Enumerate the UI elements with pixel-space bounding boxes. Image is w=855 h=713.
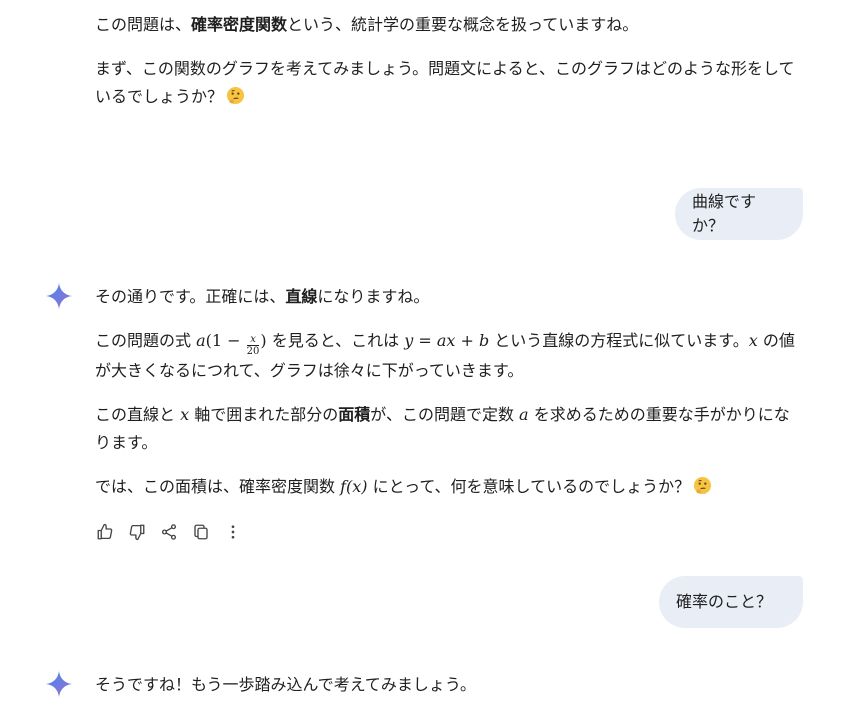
text: という、統計学の重要な概念を扱っていますね。 <box>287 15 639 34</box>
math-var: a <box>196 331 206 350</box>
text: この問題は、 <box>95 15 192 34</box>
model-message-1: この問題は、確率密度関数という、統計学の重要な概念を扱っていますね。 まず、この… <box>95 11 795 111</box>
math-text: ) <box>260 331 267 350</box>
response-actions <box>95 521 243 543</box>
more-vert-icon <box>231 525 235 539</box>
model-message-3: そうですね！もう一歩踏み込んで考えてみましょう。 <box>95 671 795 699</box>
bold-term: 直線 <box>285 287 318 306</box>
text: その通りです。正確には、 <box>95 287 286 306</box>
paragraph: まず、この関数のグラフを考えてみましょう。問題文によると、このグラフはどのような… <box>95 55 795 111</box>
paragraph: この直線と x 軸で囲まれた部分の面積が、この問題で定数 a を求めるための重要… <box>95 401 795 457</box>
share-button[interactable] <box>159 521 179 543</box>
fraction: x 20 <box>246 334 260 357</box>
math-text: (1 − <box>205 331 246 350</box>
text: になりますね。 <box>317 287 430 306</box>
copy-button[interactable] <box>191 521 211 543</box>
text: この問題の式 <box>95 331 192 350</box>
copy-icon <box>194 524 208 540</box>
thinking-face-icon <box>694 476 712 495</box>
text: では、この面積は、確率密度関数 <box>95 477 336 496</box>
bold-term: 確率密度関数 <box>191 15 288 34</box>
paragraph: その通りです。正確には、直線になりますね。 <box>95 283 795 311</box>
text: という直線の方程式に似ています。 <box>494 331 749 350</box>
math-var: x <box>748 331 758 350</box>
text: を見ると、これは <box>271 331 400 350</box>
linear-equation: y = ax + b <box>404 331 490 350</box>
user-message-text: 確率のこと？ <box>676 592 773 611</box>
paragraph: この問題は、確率密度関数という、統計学の重要な概念を扱っていますね。 <box>95 11 795 39</box>
text: そうですね！もう一歩踏み込んで考えてみましょう。 <box>95 675 476 694</box>
text: にとって、何を意味しているのでしょうか？ <box>372 477 691 496</box>
thinking-face-icon <box>226 86 245 105</box>
gemini-spark-icon <box>46 671 72 697</box>
text: 軸で囲まれた部分の <box>194 405 339 424</box>
fraction-denominator: 20 <box>246 346 260 357</box>
user-message-text: 曲線ですか？ <box>692 192 757 235</box>
text: この直線と <box>95 405 176 424</box>
thumbs-down-button[interactable] <box>127 521 147 543</box>
bold-term: 面積 <box>338 405 371 424</box>
math-var: a <box>519 405 529 424</box>
paragraph: では、この面積は、確率密度関数 f(x) にとって、何を意味しているのでしょうか… <box>95 473 795 501</box>
user-message-2: 確率のこと？ <box>659 576 803 628</box>
thumbs-up-icon <box>97 523 113 540</box>
model-message-2: その通りです。正確には、直線になりますね。 この問題の式 a(1 − x 20) … <box>95 283 795 501</box>
text: まず、この関数のグラフを考えてみましょう。問題文によると、このグラフはどのような… <box>95 59 795 106</box>
gemini-spark-icon <box>46 283 72 309</box>
user-message-1: 曲線ですか？ <box>675 188 803 240</box>
share-icon <box>161 524 177 540</box>
paragraph: そうですね！もう一歩踏み込んで考えてみましょう。 <box>95 671 795 699</box>
function-notation: f(x) <box>340 477 368 496</box>
thumbs-down-icon <box>129 524 145 541</box>
paragraph: この問題の式 a(1 − x 20) を見ると、これは y = ax + b とい… <box>95 327 795 385</box>
text: が、この問題で定数 <box>370 405 514 424</box>
thumbs-up-button[interactable] <box>95 521 115 543</box>
fraction-numerator: x <box>246 334 260 346</box>
more-options-button[interactable] <box>223 521 243 543</box>
math-var: x <box>180 405 190 424</box>
formula: a(1 − x 20) <box>196 331 267 357</box>
